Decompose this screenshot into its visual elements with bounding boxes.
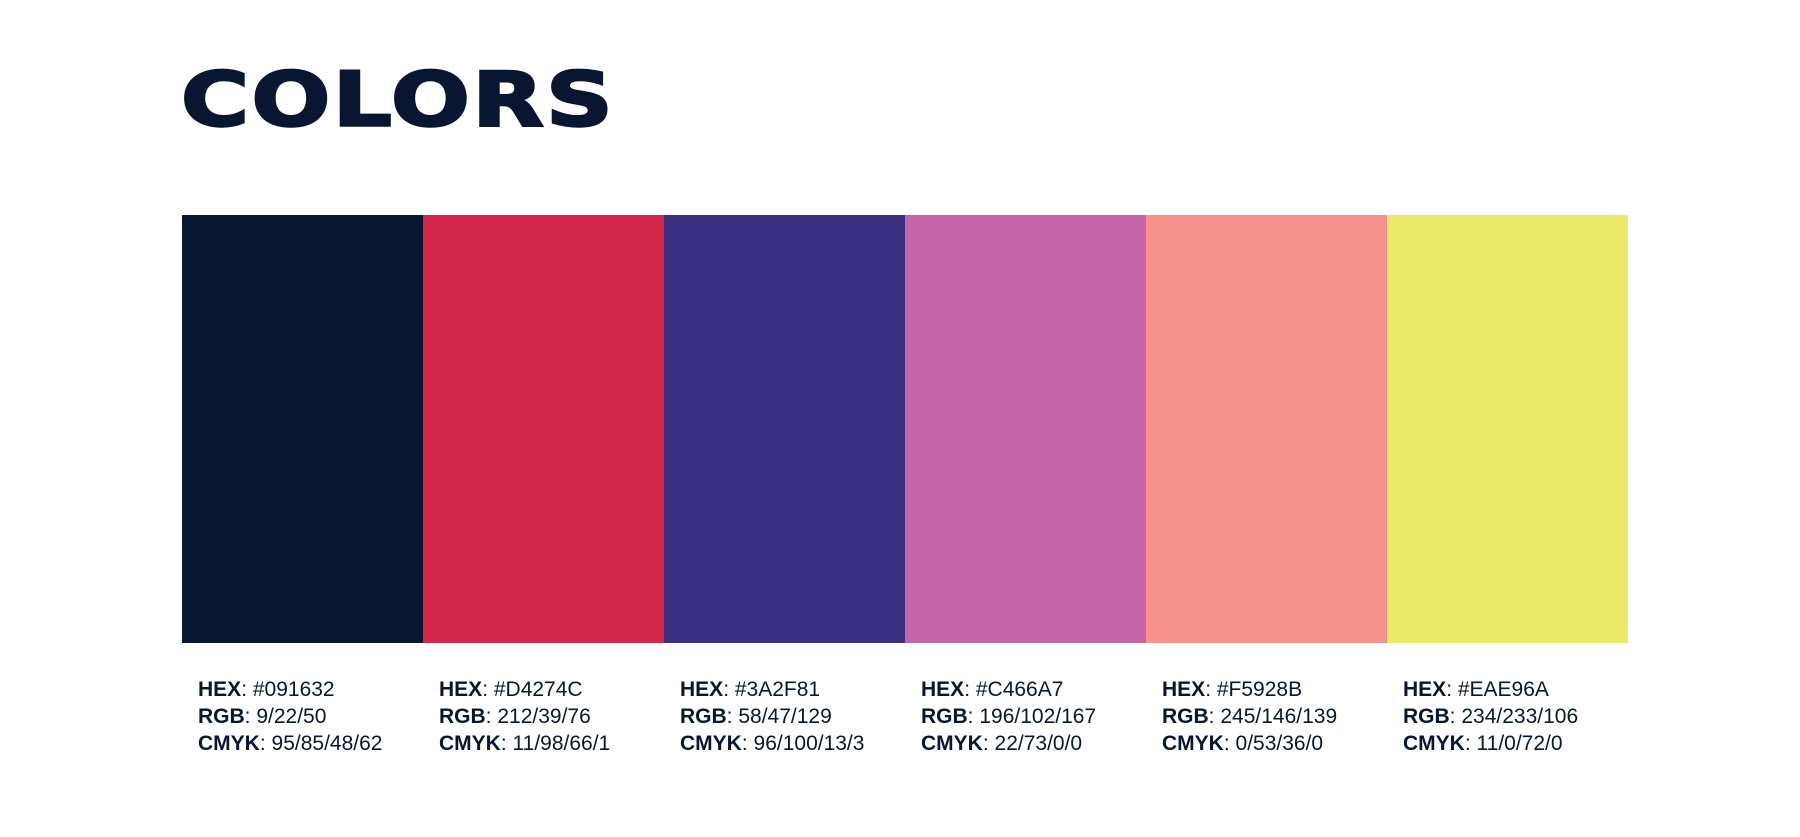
- color-values-6: HEX: #EAE96A RGB: 234/233/106 CMYK: 11/0…: [1387, 676, 1628, 757]
- rgb-text: : 9/22/50: [244, 705, 327, 728]
- hex-text: : #091632: [241, 678, 335, 701]
- color-swatch-5: [1146, 215, 1387, 643]
- color-values-4: HEX: #C466A7 RGB: 196/102/167 CMYK: 22/7…: [905, 676, 1146, 757]
- cmyk-value: CMYK: 11/0/72/0: [1403, 730, 1628, 757]
- hex-value: HEX: #D4274C: [439, 676, 664, 703]
- hex-text: : #C466A7: [964, 678, 1064, 701]
- cmyk-text: : 11/98/66/1: [500, 732, 611, 755]
- hex-value: HEX: #EAE96A: [1403, 676, 1628, 703]
- hex-value: HEX: #3A2F81: [680, 676, 905, 703]
- cmyk-text: : 95/85/48/62: [259, 732, 383, 755]
- hex-label: HEX: [198, 678, 242, 701]
- cmyk-label: CMYK: [1403, 732, 1465, 755]
- rgb-value: RGB: 9/22/50: [198, 703, 423, 730]
- rgb-text: : 58/47/129: [726, 705, 832, 728]
- color-swatch-6: [1387, 215, 1628, 643]
- rgb-text: : 234/233/106: [1449, 705, 1579, 728]
- rgb-value: RGB: 196/102/167: [921, 703, 1146, 730]
- rgb-value: RGB: 58/47/129: [680, 703, 905, 730]
- rgb-text: : 196/102/167: [967, 705, 1097, 728]
- cmyk-value: CMYK: 11/98/66/1: [439, 730, 664, 757]
- rgb-value: RGB: 234/233/106: [1403, 703, 1628, 730]
- cmyk-value: CMYK: 22/73/0/0: [921, 730, 1146, 757]
- color-swatch-4: [905, 215, 1146, 643]
- color-swatch-2: [423, 215, 664, 643]
- rgb-text: : 245/146/139: [1208, 705, 1338, 728]
- cmyk-label: CMYK: [921, 732, 983, 755]
- color-values-2: HEX: #D4274C RGB: 212/39/76 CMYK: 11/98/…: [423, 676, 664, 757]
- cmyk-label: CMYK: [198, 732, 260, 755]
- color-values-5: HEX: #F5928B RGB: 245/146/139 CMYK: 0/53…: [1146, 676, 1387, 757]
- hex-label: HEX: [680, 678, 724, 701]
- hex-label: HEX: [921, 678, 965, 701]
- rgb-value: RGB: 212/39/76: [439, 703, 664, 730]
- rgb-value: RGB: 245/146/139: [1162, 703, 1387, 730]
- color-swatch-1: [182, 215, 423, 643]
- rgb-label: RGB: [1162, 705, 1209, 728]
- hex-text: : #3A2F81: [723, 678, 821, 701]
- hex-text: : #EAE96A: [1446, 678, 1549, 701]
- color-values-1: HEX: #091632 RGB: 9/22/50 CMYK: 95/85/48…: [182, 676, 423, 757]
- cmyk-text: : 0/53/36/0: [1223, 732, 1324, 755]
- rgb-label: RGB: [198, 705, 245, 728]
- color-swatch-3: [664, 215, 905, 643]
- rgb-label: RGB: [921, 705, 968, 728]
- rgb-label: RGB: [680, 705, 727, 728]
- cmyk-label: CMYK: [680, 732, 742, 755]
- cmyk-text: : 22/73/0/0: [982, 732, 1083, 755]
- page-title: COLORS: [179, 56, 616, 144]
- hex-label: HEX: [1162, 678, 1206, 701]
- color-values-3: HEX: #3A2F81 RGB: 58/47/129 CMYK: 96/100…: [664, 676, 905, 757]
- cmyk-value: CMYK: 95/85/48/62: [198, 730, 423, 757]
- hex-value: HEX: #C466A7: [921, 676, 1146, 703]
- rgb-label: RGB: [1403, 705, 1450, 728]
- hex-label: HEX: [439, 678, 483, 701]
- hex-text: : #D4274C: [482, 678, 583, 701]
- hex-label: HEX: [1403, 678, 1447, 701]
- hex-value: HEX: #F5928B: [1162, 676, 1387, 703]
- cmyk-label: CMYK: [1162, 732, 1224, 755]
- hex-text: : #F5928B: [1205, 678, 1303, 701]
- cmyk-text: : 96/100/13/3: [741, 732, 865, 755]
- hex-value: HEX: #091632: [198, 676, 423, 703]
- rgb-text: : 212/39/76: [485, 705, 591, 728]
- cmyk-label: CMYK: [439, 732, 501, 755]
- rgb-label: RGB: [439, 705, 486, 728]
- cmyk-value: CMYK: 96/100/13/3: [680, 730, 905, 757]
- color-values-row: HEX: #091632 RGB: 9/22/50 CMYK: 95/85/48…: [182, 676, 1628, 757]
- cmyk-text: : 11/0/72/0: [1464, 732, 1563, 755]
- cmyk-value: CMYK: 0/53/36/0: [1162, 730, 1387, 757]
- color-swatch-strip: [182, 215, 1628, 643]
